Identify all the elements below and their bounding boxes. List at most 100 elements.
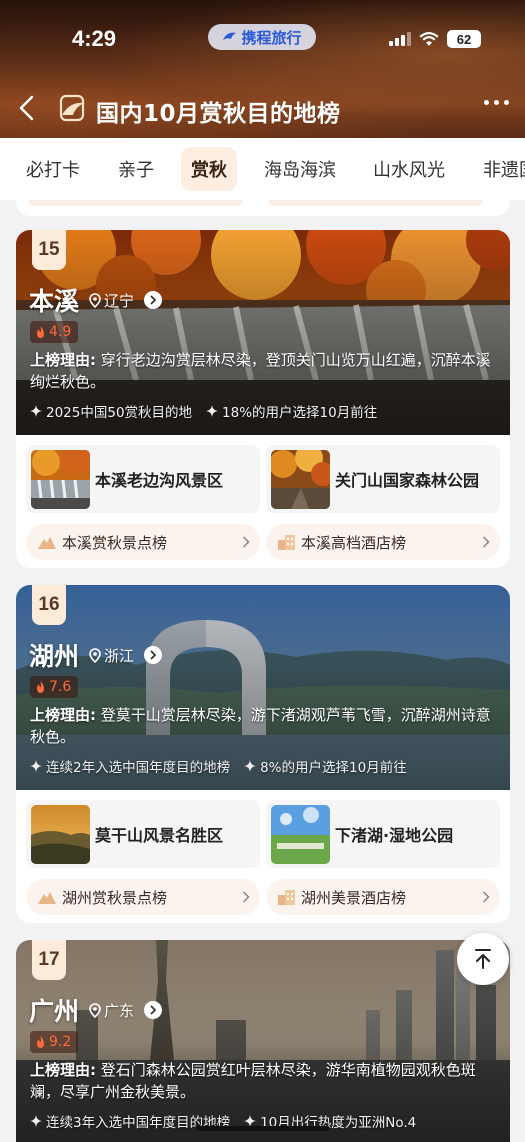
ranking-links: 本溪赏秋景点榜 本溪高档酒店榜 (26, 524, 500, 560)
tab-must-visit[interactable]: 必打卡 (26, 156, 80, 182)
chevron-right-icon (242, 891, 250, 903)
spot-thumbnail (271, 804, 330, 864)
heat-score: 4.9 (30, 321, 79, 343)
hero-image[interactable]: 16 湖州 浙江 7.6 上榜理由: 登莫干山赏层林尽染，游下渚湖观芦苇飞雪，沉… (16, 585, 510, 790)
heat-score: 9.2 (30, 1031, 79, 1053)
province-label: 辽宁 (89, 290, 134, 311)
sparkle-icon (30, 1115, 42, 1127)
spot-list: 本溪老边沟风景区 关门山国家森林公园 (26, 445, 500, 513)
province-name: 浙江 (104, 646, 135, 665)
spot-item[interactable]: 莫干山风景名胜区 (26, 800, 260, 868)
city-row[interactable]: 广州 广东 (29, 992, 163, 1028)
home-indicator (196, 1126, 330, 1131)
spot-item[interactable]: 本溪老边沟风景区 (26, 445, 260, 513)
link-label: 湖州美景酒店榜 (301, 888, 407, 907)
category-tabs: 必打卡 亲子 赏秋 海岛海滨 山水风光 非遗国 (0, 138, 525, 200)
spot-thumbnail (31, 804, 90, 864)
chevron-right-icon[interactable] (144, 646, 163, 664)
rank-badge: 15 (32, 230, 66, 270)
reason-body: 穿行老边沟赏层林尽染，登顶关门山览万山红遍，沉醉本溪绚烂秋色。 (30, 351, 491, 391)
spot-thumbnail (271, 449, 330, 509)
province-label: 广东 (89, 1000, 134, 1021)
sparkle-icon (244, 760, 257, 772)
hotel-icon (278, 889, 295, 905)
spot-name: 本溪老边沟风景区 (95, 471, 224, 490)
hotel-ranking-link[interactable]: 本溪高档酒店榜 (266, 524, 500, 560)
flame-icon (37, 325, 44, 338)
reason-text: 上榜理由: 登莫干山赏层林尽染，游下渚湖观芦苇飞雪，沉醉湖州诗意秋色。 (30, 704, 500, 748)
flame-icon (37, 680, 44, 693)
heat-score-value: 4.9 (49, 324, 72, 340)
spot-item[interactable]: 下渚湖·湿地公园 (266, 800, 500, 868)
sparkle-icon (206, 405, 219, 417)
tag-text: 连续2年入选中国年度目的地榜 (46, 760, 231, 776)
location-pin-icon (89, 647, 101, 663)
tag-text: 2025中国50赏秋目的地 (46, 405, 193, 421)
reason-body: 登莫干山赏层林尽染，游下渚湖观芦苇飞雪，沉醉湖州诗意秋色。 (30, 706, 491, 746)
reason-body: 登石门森林公园赏红叶层林尽染，游华南植物园观秋色斑斓，尽享广州金秋美景。 (30, 1061, 476, 1101)
city-row[interactable]: 湖州 浙江 (29, 637, 163, 673)
spot-name: 莫干山风景名胜区 (95, 826, 224, 845)
spot-item[interactable]: 关门山国家森林公园 (266, 445, 500, 513)
signal-icon (389, 32, 411, 46)
brand-name: 携程旅行 (241, 28, 302, 47)
hotel-icon (278, 534, 295, 550)
tab-autumn[interactable]: 赏秋 (181, 147, 237, 191)
brand-pill: 携程旅行 (208, 24, 316, 50)
reason-text: 上榜理由: 登石门森林公园赏红叶层林尽染，游华南植物园观秋色斑斓，尽享广州金秋美… (30, 1059, 500, 1103)
wifi-icon (419, 31, 439, 46)
destination-card[interactable]: 15 本溪 辽宁 4.9 上榜理由: 穿行老边沟赏层林尽染，登顶关门山览万山红遍… (16, 230, 510, 568)
chevron-right-icon[interactable] (144, 291, 163, 309)
tag-item: 18%的用户选择10月前往 (206, 401, 377, 421)
hero-image[interactable]: 17 广州 广东 9.2 上榜理由: 登石门森林公园赏红叶层林尽染，游华南植物园… (16, 940, 510, 1142)
flame-icon (37, 1035, 44, 1048)
tab-family[interactable]: 亲子 (118, 156, 154, 182)
location-pin-icon (89, 292, 101, 308)
chevron-right-icon (482, 536, 490, 548)
province-label: 浙江 (89, 645, 134, 666)
city-name: 本溪 (29, 287, 80, 316)
city-name: 湖州 (29, 642, 80, 671)
back-arrow-icon[interactable] (16, 94, 38, 122)
chevron-right-icon[interactable] (144, 1001, 163, 1019)
tab-heritage[interactable]: 非遗国 (483, 156, 525, 182)
ranking-links: 湖州赏秋景点榜 湖州美景酒店榜 (26, 879, 500, 915)
tab-island-beach[interactable]: 海岛海滨 (264, 156, 336, 182)
heat-score-value: 7.6 (49, 679, 72, 695)
province-name: 辽宁 (104, 291, 135, 310)
more-options-icon[interactable] (484, 100, 509, 105)
leaf-badge-icon (59, 94, 85, 122)
tag-item: 2025中国50赏秋目的地 (30, 401, 192, 421)
tab-landscape[interactable]: 山水风光 (373, 156, 445, 182)
tag-text: 18%的用户选择10月前往 (222, 405, 378, 421)
chevron-right-icon (242, 536, 250, 548)
mountain-icon (38, 892, 56, 904)
spot-list: 莫干山风景名胜区 下渚湖·湿地公园 (26, 800, 500, 868)
tag-item: 连续2年入选中国年度目的地榜 (30, 756, 230, 776)
reason-text: 上榜理由: 穿行老边沟赏层林尽染，登顶关门山览万山红遍，沉醉本溪绚烂秋色。 (30, 349, 500, 393)
rank-badge: 16 (32, 585, 66, 625)
heat-score: 7.6 (30, 676, 79, 698)
hero-image[interactable]: 15 本溪 辽宁 4.9 上榜理由: 穿行老边沟赏层林尽染，登顶关门山览万山红遍… (16, 230, 510, 435)
province-name: 广东 (104, 1001, 135, 1020)
destination-card[interactable]: 17 广州 广东 9.2 上榜理由: 登石门森林公园赏红叶层林尽染，游华南植物园… (16, 940, 510, 1142)
destination-card[interactable]: 16 湖州 浙江 7.6 上榜理由: 登莫干山赏层林尽染，游下渚湖观芦苇飞雪，沉… (16, 585, 510, 923)
sights-ranking-link[interactable]: 本溪赏秋景点榜 (26, 524, 260, 560)
city-row[interactable]: 本溪 辽宁 (29, 282, 163, 318)
hotel-ranking-link[interactable]: 湖州美景酒店榜 (266, 879, 500, 915)
tag-text: 8%的用户选择10月前往 (260, 760, 407, 776)
reason-prefix: 上榜理由: (30, 1061, 96, 1079)
previous-card-bottom (16, 200, 510, 216)
location-pin-icon (89, 1002, 101, 1018)
dolphin-logo-icon (223, 32, 237, 40)
status-icons: 62 (389, 30, 481, 48)
link-label: 本溪赏秋景点榜 (62, 533, 168, 552)
spot-name: 下渚湖·湿地公园 (335, 826, 454, 845)
back-to-top-button[interactable] (457, 933, 509, 985)
chevron-right-icon (482, 891, 490, 903)
tag-item: 8%的用户选择10月前往 (244, 756, 407, 776)
sights-ranking-link[interactable]: 湖州赏秋景点榜 (26, 879, 260, 915)
reason-prefix: 上榜理由: (30, 706, 96, 724)
heat-score-value: 9.2 (49, 1034, 72, 1050)
reason-prefix: 上榜理由: (30, 351, 96, 369)
